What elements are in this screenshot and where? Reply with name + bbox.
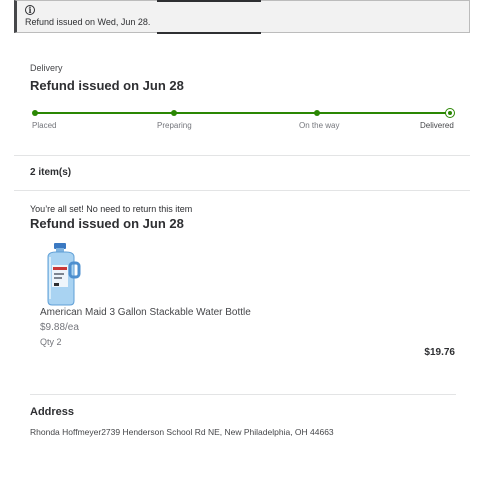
banner-bottom-accent <box>157 32 261 34</box>
step-dot-placed <box>32 110 38 116</box>
refund-info-banner: i Refund issued on Wed, Jun 28. <box>14 0 470 34</box>
step-dot-delivered <box>445 108 455 118</box>
step-label-preparing: Preparing <box>157 121 192 130</box>
banner-top-accent <box>157 0 261 2</box>
step-label-placed: Placed <box>32 121 57 130</box>
banner-text: Refund issued on Wed, Jun 28. <box>25 17 151 27</box>
divider <box>30 394 456 395</box>
divider <box>14 190 470 191</box>
product-unit-price: $9.88/ea <box>40 322 79 333</box>
divider <box>14 155 470 156</box>
step-dot-preparing <box>171 110 177 116</box>
product-total-price: $19.76 <box>424 347 455 358</box>
item-status-title: Refund issued on Jun 28 <box>30 216 184 231</box>
product-quantity: Qty 2 <box>40 337 62 347</box>
address-text: Rhonda Hoffmeyer2739 Henderson School Rd… <box>30 427 334 437</box>
delivery-label: Delivery <box>30 63 63 73</box>
step-label-delivered: Delivered <box>420 121 454 130</box>
step-label-on-the-way: On the way <box>299 121 340 130</box>
step-dot-on-the-way <box>314 110 320 116</box>
water-bottle-image[interactable] <box>40 243 82 307</box>
delivery-status-title: Refund issued on Jun 28 <box>30 78 184 93</box>
address-title: Address <box>30 406 75 418</box>
items-count: 2 item(s) <box>30 167 72 178</box>
progress-line <box>34 112 450 114</box>
info-icon: i <box>25 5 35 15</box>
product-name[interactable]: American Maid 3 Gallon Stackable Water B… <box>40 307 251 318</box>
return-note: You’re all set! No need to return this i… <box>30 204 193 214</box>
